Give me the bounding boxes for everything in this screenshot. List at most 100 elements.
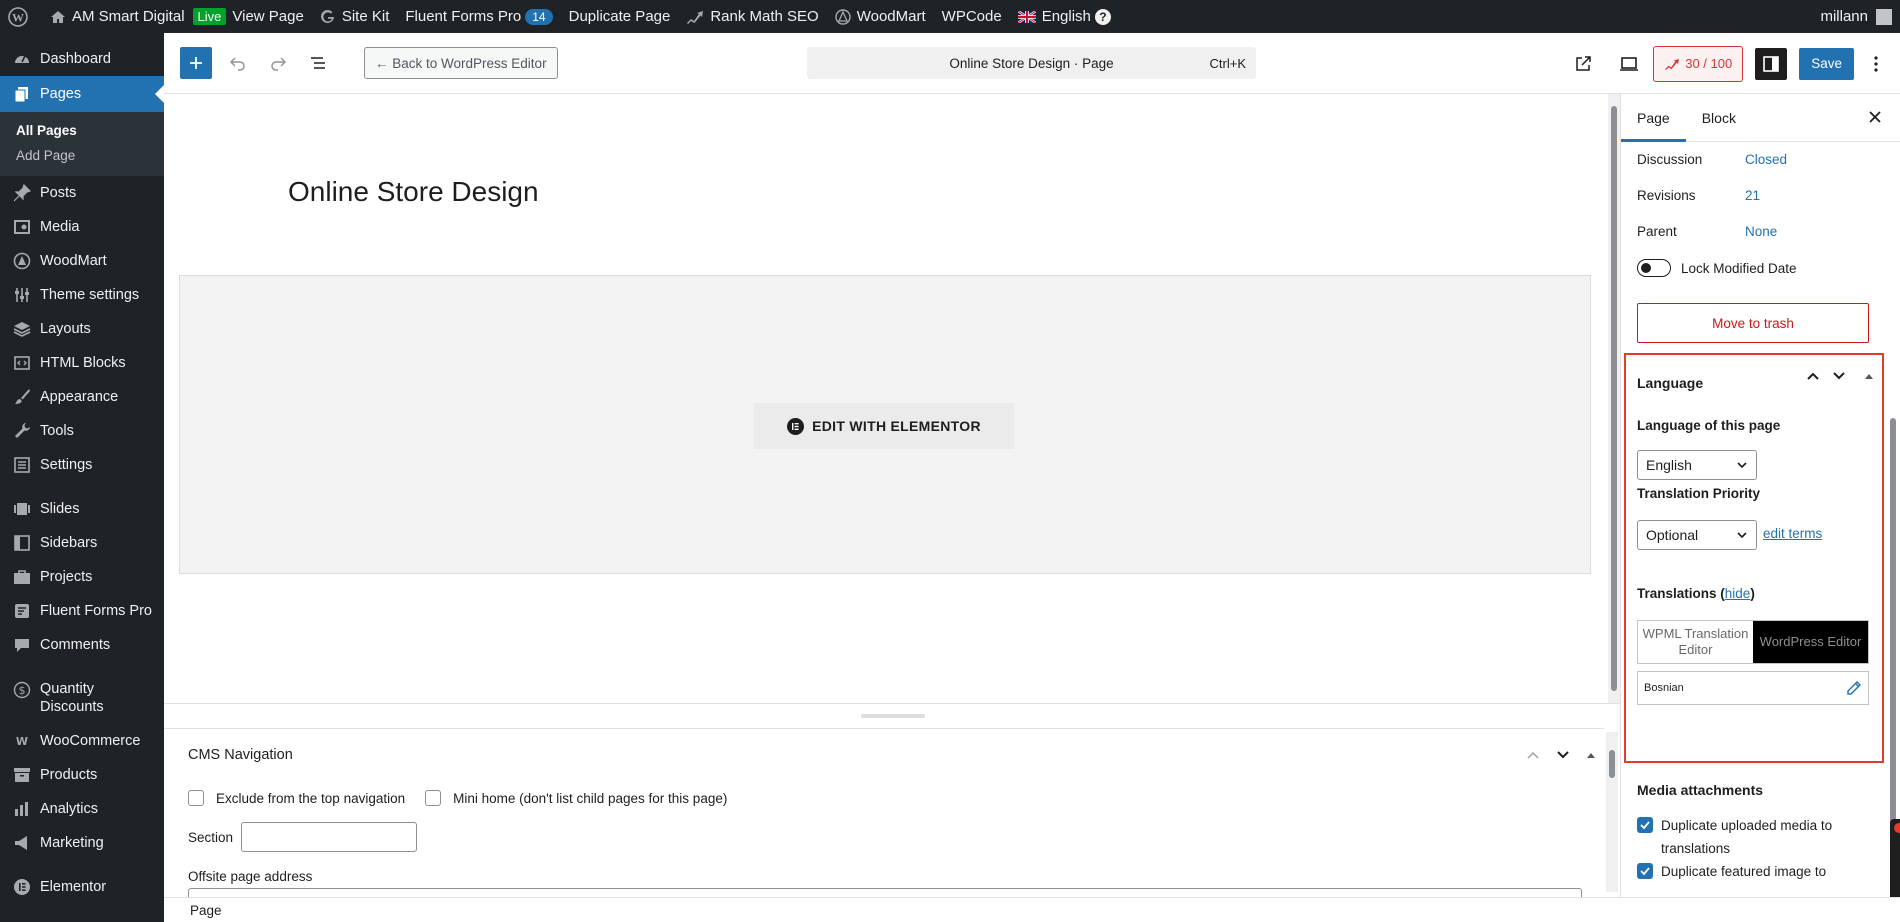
document-overview-button[interactable] xyxy=(302,47,334,79)
parent-value[interactable]: None xyxy=(1745,224,1777,239)
language-select[interactable]: English xyxy=(1637,450,1757,480)
command-palette-bar[interactable]: Online Store Design · Page Ctrl+K xyxy=(807,47,1256,79)
site-name-link[interactable]: AM Smart Digital xyxy=(42,0,193,33)
move-to-trash-button[interactable]: Move to trash xyxy=(1637,303,1869,343)
block-inserter-button[interactable] xyxy=(180,47,212,79)
section-input[interactable] xyxy=(241,822,418,852)
revisions-value[interactable]: 21 xyxy=(1745,188,1760,203)
tab-page[interactable]: Page xyxy=(1621,94,1686,142)
sidebar-item-fluent-forms[interactable]: Fluent Forms Pro xyxy=(0,594,164,628)
rank-math-icon xyxy=(1665,58,1680,70)
sidebar-item-label: Projects xyxy=(40,569,93,585)
sidebar-item-sidebars[interactable]: Sidebars xyxy=(0,526,164,560)
chevron-down-icon[interactable] xyxy=(1832,371,1846,381)
collapse-triangle-icon[interactable] xyxy=(1864,372,1874,380)
sidebar-item-projects[interactable]: Projects xyxy=(0,560,164,594)
sidebar-item-tools[interactable]: Tools xyxy=(0,414,164,448)
screen-recorder-widget[interactable] xyxy=(1890,819,1900,897)
sidebar-item-appearance[interactable]: Appearance xyxy=(0,380,164,414)
tab-block[interactable]: Block xyxy=(1686,94,1752,142)
breadcrumb-page[interactable]: Page xyxy=(190,903,222,918)
sidebar-item-posts[interactable]: Posts xyxy=(0,176,164,210)
cms-navigation-metabox-header[interactable]: CMS Navigation xyxy=(164,728,1604,780)
metabox-scrollbar[interactable] xyxy=(1606,732,1618,892)
admin-sidebar: Dashboard Pages All Pages Add Page Posts… xyxy=(0,33,164,922)
fluent-forms-link[interactable]: Fluent Forms Pro 14 xyxy=(397,0,560,33)
duplicate-page-link[interactable]: Duplicate Page xyxy=(561,0,679,33)
duplicate-page-label: Duplicate Page xyxy=(568,8,671,25)
sidebar-item-html-blocks[interactable]: HTML Blocks xyxy=(0,346,164,380)
chevron-up-icon[interactable] xyxy=(1526,750,1540,760)
settings-scrollbar[interactable] xyxy=(1890,118,1896,897)
sidebar-item-theme-settings[interactable]: Theme settings xyxy=(0,278,164,312)
rank-math-seo-score[interactable]: 30 / 100 xyxy=(1653,45,1744,82)
mini-home-checkbox[interactable] xyxy=(425,790,442,806)
edit-with-elementor-button[interactable]: EDIT WITH ELEMENTOR xyxy=(754,403,1014,449)
sidebar-item-woodmart[interactable]: WoodMart xyxy=(0,244,164,278)
desktop-icon xyxy=(1620,56,1639,71)
redo-button[interactable] xyxy=(262,47,294,79)
hide-translations-link[interactable]: hide xyxy=(1725,586,1751,601)
user-menu[interactable]: millann xyxy=(1820,8,1900,25)
exclude-top-nav-checkbox[interactable] xyxy=(188,790,204,806)
tab-wordpress-editor[interactable]: WordPress Editor xyxy=(1753,621,1868,663)
back-to-wordpress-editor-button[interactable]: ← Back to WordPress Editor xyxy=(364,47,558,79)
language-label: English xyxy=(1041,8,1091,25)
sidebar-item-products[interactable]: Products xyxy=(0,758,164,792)
lock-modified-date-toggle[interactable] xyxy=(1637,259,1671,277)
sidebar-item-woocommerce[interactable]: W WooCommerce xyxy=(0,724,164,758)
site-kit-link[interactable]: Site Kit xyxy=(312,0,398,33)
woodmart-label: WoodMart xyxy=(856,8,926,25)
duplicate-featured-checkbox[interactable] xyxy=(1637,863,1653,879)
sidebar-item-label: Tools xyxy=(40,423,74,439)
chevron-down-icon[interactable] xyxy=(1556,750,1570,760)
preview-button[interactable] xyxy=(1613,48,1645,80)
options-menu-button[interactable] xyxy=(1860,48,1892,80)
sidebar-item-settings[interactable]: Settings xyxy=(0,448,164,482)
settings-sidebar-toggle[interactable] xyxy=(1755,47,1788,80)
woodmart-link[interactable]: WoodMart xyxy=(827,0,934,33)
discussion-value[interactable]: Closed xyxy=(1745,152,1787,167)
sidebar-item-marketing[interactable]: Marketing xyxy=(0,826,164,860)
submenu-add-page[interactable]: Add Page xyxy=(0,143,164,168)
duplicate-media-checkbox[interactable] xyxy=(1637,817,1653,833)
page-title[interactable]: Online Store Design xyxy=(288,176,539,208)
sidebar-item-elementor[interactable]: Elementor xyxy=(0,870,164,904)
revisions-row: Revisions 21 xyxy=(1637,188,1760,203)
undo-button[interactable] xyxy=(222,47,254,79)
sidebar-item-pages[interactable]: Pages xyxy=(0,76,164,112)
language-panel-title[interactable]: Language xyxy=(1637,375,1703,391)
wpcode-link[interactable]: WPCode xyxy=(934,0,1010,33)
save-button[interactable]: Save xyxy=(1799,47,1854,80)
sidebar-item-quantity-discounts[interactable]: $ Quantity Discounts xyxy=(0,672,164,724)
sidebar-item-comments[interactable]: Comments xyxy=(0,628,164,662)
close-settings-button[interactable] xyxy=(1868,108,1882,129)
edit-terms-link[interactable]: edit terms xyxy=(1763,526,1822,541)
pencil-icon[interactable] xyxy=(1846,680,1862,696)
translation-priority-select[interactable]: Optional xyxy=(1637,520,1757,550)
metabox-title: CMS Navigation xyxy=(188,746,293,763)
sidebar-item-label: Quantity Discounts xyxy=(40,681,104,715)
duplicate-media-label: Duplicate uploaded media to translations xyxy=(1661,818,1833,856)
toolbar-right: 30 / 100 Save xyxy=(1559,33,1900,94)
tab-wpml-translation-editor[interactable]: WPML Translation Editor xyxy=(1638,621,1753,663)
offsite-row: Offsite page address xyxy=(188,869,312,884)
wordpress-logo-icon[interactable]: W xyxy=(0,0,42,33)
sidebar-item-analytics[interactable]: Analytics xyxy=(0,792,164,826)
metabox-resize-handle[interactable] xyxy=(861,714,925,718)
chevron-up-icon[interactable] xyxy=(1806,371,1820,381)
sidebar-item-dashboard[interactable]: Dashboard xyxy=(0,42,164,76)
sidebar-item-media[interactable]: Media xyxy=(0,210,164,244)
rank-math-link[interactable]: Rank Math SEO xyxy=(678,0,826,33)
view-page-button[interactable] xyxy=(1567,48,1599,80)
svg-text:W: W xyxy=(16,735,28,748)
view-page-link[interactable]: Live View Page xyxy=(192,0,312,33)
parent-row: Parent None xyxy=(1637,224,1777,239)
submenu-all-pages[interactable]: All Pages xyxy=(0,118,164,143)
language-switcher[interactable]: English ? xyxy=(1010,0,1119,33)
sidebar-item-layouts[interactable]: Layouts xyxy=(0,312,164,346)
help-icon[interactable]: ? xyxy=(1094,8,1111,25)
sidebar-item-slides[interactable]: Slides xyxy=(0,492,164,526)
canvas-scrollbar[interactable] xyxy=(1608,94,1620,703)
collapse-triangle-icon[interactable] xyxy=(1586,751,1596,759)
